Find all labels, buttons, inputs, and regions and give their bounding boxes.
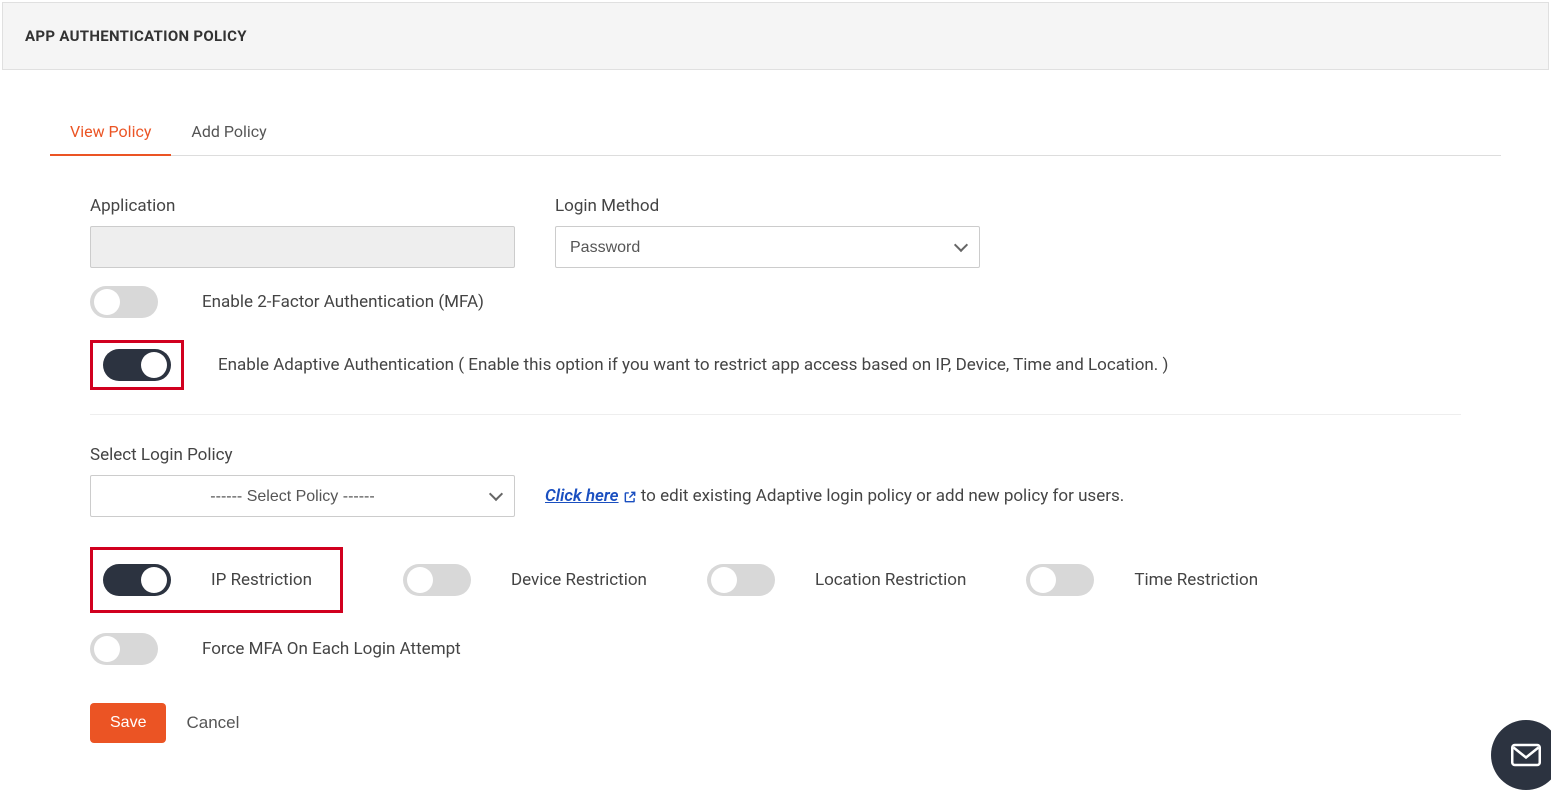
adaptive-toggle[interactable] — [103, 349, 171, 381]
location-restriction-toggle[interactable] — [707, 564, 775, 596]
device-restriction-toggle[interactable] — [403, 564, 471, 596]
application-input[interactable] — [90, 226, 515, 268]
mfa-toggle[interactable] — [90, 286, 158, 318]
adaptive-toggle-highlight — [90, 340, 184, 390]
ip-restriction-label: IP Restriction — [211, 570, 312, 590]
select-policy-dropdown[interactable]: ------ Select Policy ------ — [90, 475, 515, 517]
mail-support-button[interactable] — [1491, 720, 1551, 790]
location-restriction-label: Location Restriction — [815, 570, 966, 590]
page-header: APP AUTHENTICATION POLICY — [2, 2, 1549, 70]
login-method-label: Login Method — [555, 196, 980, 216]
ip-restriction-highlight: IP Restriction — [90, 547, 343, 613]
force-mfa-label: Force MFA On Each Login Attempt — [202, 639, 461, 659]
device-restriction-label: Device Restriction — [511, 570, 647, 590]
page-title: APP AUTHENTICATION POLICY — [25, 27, 1526, 45]
adaptive-toggle-label: Enable Adaptive Authentication ( Enable … — [218, 355, 1168, 375]
cancel-button[interactable]: Cancel — [186, 713, 239, 733]
click-here-link[interactable]: Click here — [545, 486, 637, 506]
external-link-icon — [623, 489, 637, 503]
tab-view-policy[interactable]: View Policy — [50, 112, 171, 155]
mail-icon — [1511, 743, 1541, 767]
tab-add-policy[interactable]: Add Policy — [171, 112, 286, 155]
mfa-toggle-label: Enable 2-Factor Authentication (MFA) — [202, 292, 484, 312]
tabs: View Policy Add Policy — [50, 112, 1501, 156]
content-area: View Policy Add Policy Application Login… — [0, 72, 1551, 763]
login-method-select[interactable]: Password — [555, 226, 980, 268]
form: Application Login Method Password Enable… — [50, 196, 1501, 743]
time-restriction-toggle[interactable] — [1026, 564, 1094, 596]
save-button[interactable]: Save — [90, 703, 166, 743]
application-label: Application — [90, 196, 515, 216]
ip-restriction-toggle[interactable] — [103, 564, 171, 596]
force-mfa-toggle[interactable] — [90, 633, 158, 665]
select-policy-label: Select Login Policy — [90, 445, 1461, 465]
divider — [90, 414, 1461, 415]
policy-helper-text: Click here to edit existing Adaptive log… — [545, 486, 1124, 506]
time-restriction-label: Time Restriction — [1134, 570, 1258, 590]
